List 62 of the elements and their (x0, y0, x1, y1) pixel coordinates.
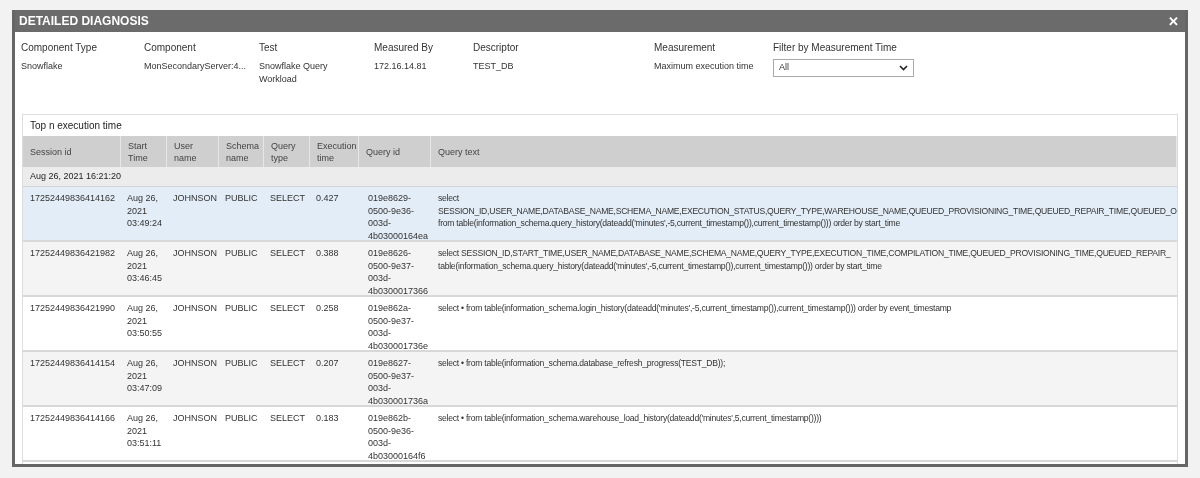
info-value: MonSecondaryServer:4... (144, 60, 248, 73)
filter-dropdown[interactable]: All (773, 59, 914, 77)
table-cell: SELECT (270, 303, 305, 313)
table-cell: 019e8627-0500-9e37-003d-4b030001736a (368, 358, 429, 406)
info-label: Measured By (374, 41, 434, 55)
table-cell: 17252449836421982 (30, 248, 116, 258)
table-cell: PUBLIC (225, 413, 258, 423)
table-cell: SELECT (270, 248, 305, 258)
info-label: Measurement (654, 41, 717, 55)
info-label: Component Type (21, 41, 98, 55)
table-cell: SELECT (270, 413, 305, 423)
table-cell: Aug 26, 2021 03:46:45 (127, 248, 163, 283)
table-cell: 0.258 (316, 303, 339, 313)
info-value: TEST_DB (473, 60, 515, 73)
info-label: Test (259, 41, 279, 55)
table-cell: 0.207 (316, 358, 339, 368)
info-value: 172.16.14.81 (374, 60, 428, 73)
table-cell: PUBLIC (225, 248, 258, 258)
table-cell: Aug 26, 2021 03:49:24 (127, 193, 163, 228)
info-label: Component (144, 41, 197, 55)
query-text-line: table(information_schema.query_history(dateadd('minutes',-5,current_timestamp()),current_timestamp())) order by start_time (438, 259, 882, 272)
table-cell: SELECT (270, 358, 305, 368)
table-cell: PUBLIC (225, 303, 258, 313)
query-text-line: SESSION_ID,USER_NAME,DATABASE_NAME,SCHEMA_NAME,EXECUTION_STATUS,QUERY_TYPE,WAREHOUSE_NAME,QUEUED_PROVISIONING_TIME,QUEUED_REPAIR_TIME,QUEUED_O (438, 204, 1177, 217)
info-value: Snowflake (21, 60, 64, 73)
query-text-line: from table(information_schema.query_history(dateadd('minutes',-5,current_timestamp()),current_timestamp())) order by start_time (438, 217, 901, 230)
table-cell: JOHNSON (173, 193, 217, 203)
table-cell: PUBLIC (225, 358, 258, 368)
info-value: Maximum execution time (654, 60, 755, 73)
table-cell: 019e862a-0500-9e37-003d-4b030001736e (368, 303, 429, 351)
query-text-line: select SESSION_ID,START_TIME,USER_NAME,DATABASE_NAME,SCHEMA_NAME,QUERY_TYPE,EXECUTION_TIME,COMPILATION_TIME,QUEUED_PROVISIONING_TIME,QUEUED_REPAIR_ (438, 247, 1171, 260)
query-text-line: select (438, 192, 459, 205)
close-button[interactable]: ✕ (1166, 14, 1181, 28)
table-cell: JOHNSON (173, 358, 217, 368)
table-cell: 019e8629-0500-9e36-003d-4b03000164ea (368, 193, 429, 241)
table-cell: 17252449836414166 (30, 413, 116, 423)
table-cell: JOHNSON (173, 248, 217, 258)
table-cell: 17252449836421990 (30, 303, 116, 313)
table-cell: 019e8626-0500-9e37-003d-4b0300017366 (368, 248, 429, 296)
table-cell: SELECT (270, 193, 305, 203)
info-label: Descriptor (473, 41, 520, 55)
panel-title: Top n execution time (30, 119, 122, 133)
table-cell: 17252449836414162 (30, 193, 116, 203)
query-text-line: select • from table(information_schema.login_history(dateadd('minutes',-5,current_timestamp()),current_timestamp())) order by event_timestamp (438, 302, 952, 315)
table-cell: 0.427 (316, 193, 339, 203)
group-row-text: Aug 26, 2021 16:21:20 (30, 169, 122, 183)
dialog-title: DETAILED DIAGNOSIS (19, 13, 149, 30)
table-cell: Aug 26, 2021 03:50:55 (127, 303, 163, 338)
query-text-line: select • from table(information_schema.database_refresh_progress(TEST_DB)); (438, 357, 726, 370)
table-cell: 0.388 (316, 248, 339, 258)
table-row[interactable]: 17252449836414154 Aug 26, 2021 03:47:09 JOHNSON PUBLIC SELECT 0.207 019e8627-0500-9e37-003d-4b030001736a select • from table(information_schema.database_refresh_progress(TEST_DB)); (23, 352, 1177, 407)
table-cell: PUBLIC (225, 193, 258, 203)
query-text-line: select • from table(information_schema.warehouse_load_history(dateadd('minutes',5,current_timestamp()))) (438, 412, 822, 425)
table-cell: 17252449836414154 (30, 358, 116, 368)
table-cell: 019e862b-0500-9e36-003d-4b03000164f6 (368, 413, 426, 461)
info-value: Snowflake Query Workload (259, 60, 329, 86)
table-cell: 0.183 (316, 413, 339, 423)
table-cell: Aug 26, 2021 03:47:09 (127, 358, 163, 393)
table-cell: JOHNSON (173, 413, 217, 423)
filter-label: Filter by Measurement Time (773, 41, 898, 55)
table-cell: JOHNSON (173, 303, 217, 313)
table-cell: Aug 26, 2021 03:51:11 (127, 413, 162, 448)
